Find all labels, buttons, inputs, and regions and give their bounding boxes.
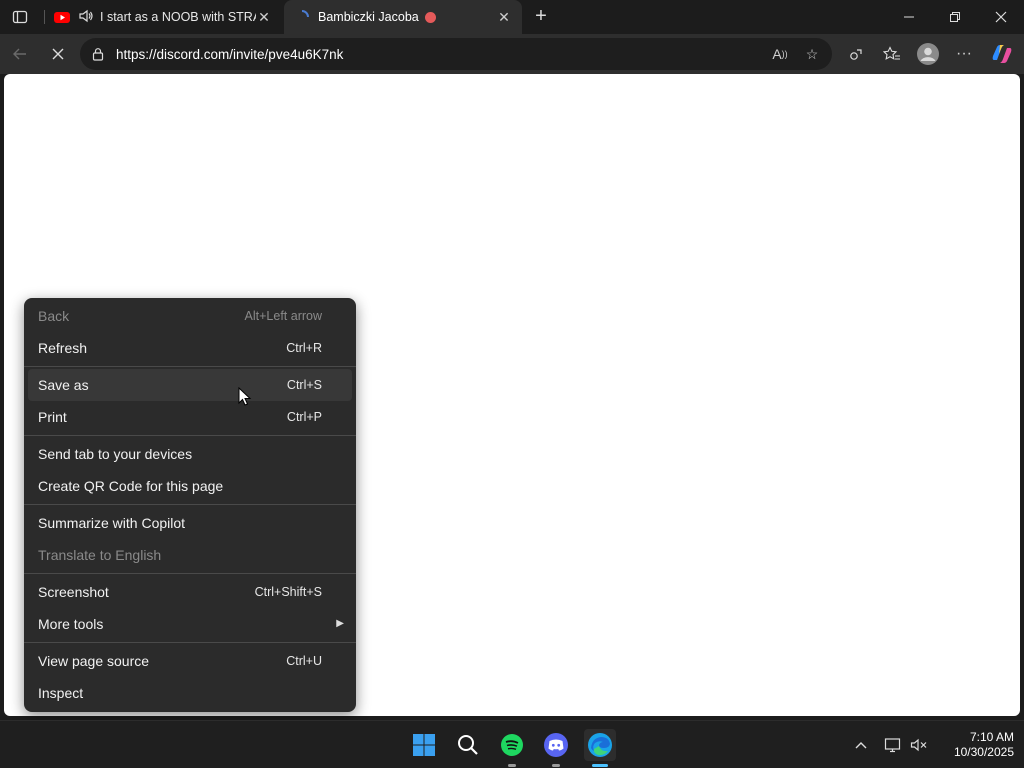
loading-spinner-icon — [294, 9, 310, 25]
youtube-icon — [54, 9, 70, 25]
system-clock[interactable]: 7:10 AM 10/30/2025 — [928, 730, 1014, 760]
mouse-cursor-icon — [238, 387, 252, 406]
restore-icon[interactable] — [932, 0, 978, 34]
url-text: https://discord.com/invite/pve4u6K7nk — [116, 46, 344, 62]
network-icon[interactable] — [882, 733, 904, 757]
volume-muted-icon[interactable] — [908, 733, 930, 757]
menu-item-label: Refresh — [38, 340, 88, 356]
menu-divider — [24, 435, 356, 436]
search-icon[interactable] — [452, 729, 484, 761]
menu-item-summarize-copilot[interactable]: Summarize with Copilot — [24, 507, 356, 539]
copilot-icon[interactable] — [988, 40, 1016, 68]
close-tab-icon[interactable]: ✕ — [496, 9, 512, 25]
menu-item-shortcut: Alt+Left arrow — [244, 309, 322, 323]
browser-essentials-icon[interactable] — [842, 40, 870, 68]
menu-divider — [24, 504, 356, 505]
running-indicator — [508, 764, 516, 767]
taskbar: 7:10 AM 10/30/2025 — [0, 720, 1024, 768]
close-tab-icon[interactable]: ✕ — [256, 9, 272, 25]
menu-item-shortcut: Ctrl+R — [286, 341, 322, 355]
menu-item-label: View page source — [38, 653, 150, 669]
menu-item-create-qr-code[interactable]: Create QR Code for this page — [24, 470, 356, 502]
favorite-star-icon[interactable]: ☆ — [802, 44, 822, 64]
menu-item-label: Send tab to your devices — [38, 446, 193, 462]
profile-avatar-icon[interactable] — [914, 40, 942, 68]
windows-start-icon[interactable] — [408, 729, 440, 761]
active-indicator — [592, 764, 608, 767]
menu-item-view-source[interactable]: View page source Ctrl+U — [24, 645, 356, 677]
tab-title: Bambiczki Jacoba — [318, 10, 419, 24]
close-window-icon[interactable] — [978, 0, 1024, 34]
discord-icon[interactable] — [540, 729, 572, 767]
new-tab-icon[interactable]: + — [530, 4, 552, 28]
menu-item-shortcut: Ctrl+Shift+S — [254, 585, 322, 599]
menu-item-label: Print — [38, 409, 67, 425]
menu-item-screenshot[interactable]: Screenshot Ctrl+Shift+S — [24, 576, 356, 608]
tab-strip: I start as a NOOB with STRAW ✕ Bambiczki… — [0, 0, 1024, 34]
address-bar[interactable]: https://discord.com/invite/pve4u6K7nk A)… — [80, 38, 832, 70]
read-aloud-icon[interactable]: A)) — [770, 44, 790, 64]
menu-item-label: Back — [38, 308, 70, 324]
edge-browser-icon[interactable] — [584, 729, 616, 767]
menu-item-label: Screenshot — [38, 584, 109, 600]
running-indicator — [552, 764, 560, 767]
menu-item-label: Inspect — [38, 685, 84, 701]
submenu-arrow-icon: ▶ — [336, 618, 344, 629]
menu-divider — [24, 366, 356, 367]
back-arrow-icon[interactable] — [6, 40, 34, 68]
speaker-icon[interactable] — [78, 8, 94, 27]
menu-item-label: Translate to English — [38, 547, 162, 563]
menu-item-label: Summarize with Copilot — [38, 515, 186, 531]
tab-discord[interactable]: Bambiczki Jacoba ✕ — [284, 0, 522, 34]
tab-youtube[interactable]: I start as a NOOB with STRAW ✕ — [44, 0, 282, 34]
recording-icon — [424, 12, 436, 24]
site-info-icon[interactable] — [90, 46, 106, 62]
menu-item-refresh[interactable]: Refresh Ctrl+R — [24, 332, 356, 364]
stop-loading-icon[interactable] — [44, 40, 72, 68]
spotify-icon[interactable] — [496, 729, 528, 767]
menu-item-inspect[interactable]: Inspect — [24, 677, 356, 709]
tab-actions-icon[interactable] — [8, 6, 32, 28]
more-options-icon[interactable]: ··· — [950, 40, 978, 68]
minimize-icon[interactable] — [886, 0, 932, 34]
context-menu: Back Alt+Left arrow Refresh Ctrl+R Save … — [24, 298, 356, 712]
menu-item-label: More tools — [38, 616, 104, 632]
menu-item-shortcut: Ctrl+S — [286, 378, 322, 392]
menu-item-back[interactable]: Back Alt+Left arrow — [24, 300, 356, 332]
menu-item-label: Create QR Code for this page — [38, 478, 224, 494]
favorites-icon[interactable] — [878, 40, 906, 68]
clock-date: 10/30/2025 — [953, 745, 1014, 759]
menu-item-label: Save as — [38, 377, 89, 393]
browser-toolbar: https://discord.com/invite/pve4u6K7nk A)… — [0, 34, 1024, 74]
menu-item-print[interactable]: Print Ctrl+P — [24, 401, 356, 433]
menu-item-more-tools[interactable]: More tools ▶ — [24, 608, 356, 640]
menu-item-shortcut: Ctrl+P — [286, 410, 322, 424]
menu-item-translate[interactable]: Translate to English — [24, 539, 356, 571]
menu-divider — [24, 642, 356, 643]
show-hidden-icons-chevron-icon[interactable] — [850, 733, 872, 757]
menu-item-send-tab[interactable]: Send tab to your devices — [24, 438, 356, 470]
menu-item-save-as[interactable]: Save as Ctrl+S — [28, 369, 352, 401]
clock-time: 7:10 AM — [969, 730, 1014, 744]
menu-divider — [24, 573, 356, 574]
menu-item-shortcut: Ctrl+U — [286, 654, 322, 668]
tab-title: I start as a NOOB with STRAW — [100, 10, 256, 24]
